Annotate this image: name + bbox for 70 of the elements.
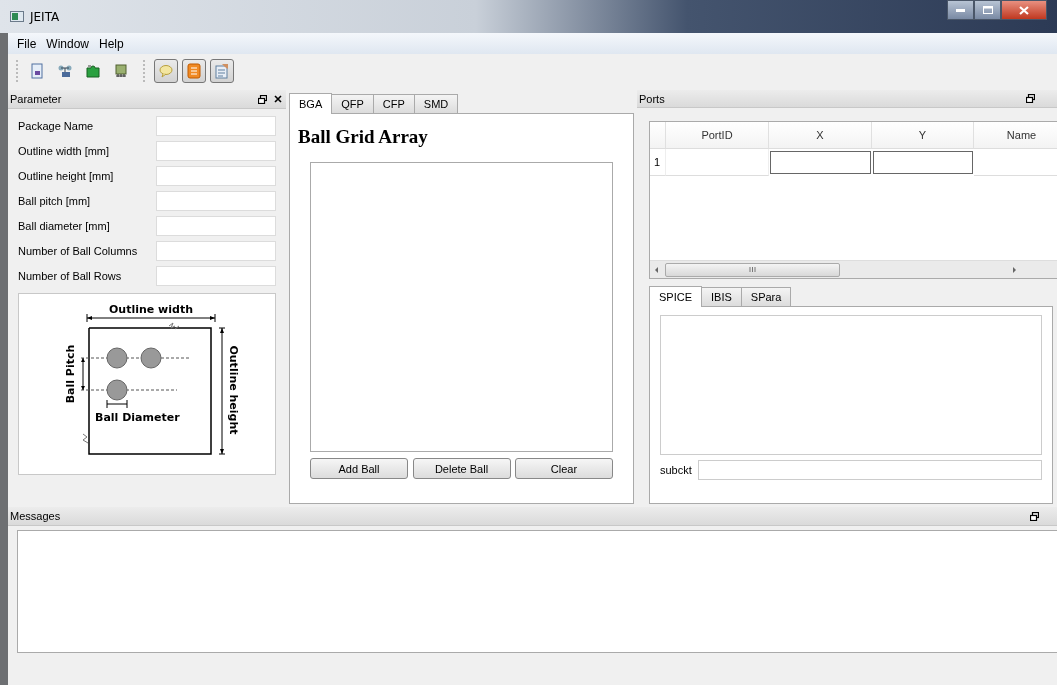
- outline-height-label: Outline height: [227, 345, 240, 435]
- window-title: JEITA: [30, 9, 60, 24]
- column-header[interactable]: Y: [872, 122, 974, 149]
- scroll-thumb[interactable]: [665, 262, 840, 277]
- chip-icon[interactable]: [113, 63, 129, 79]
- action-button[interactable]: Add Ball: [310, 458, 408, 479]
- app-icon: [10, 11, 24, 22]
- document-icon[interactable]: [29, 63, 45, 79]
- input-field[interactable]: [156, 265, 276, 286]
- outline-width-label: Outline width: [109, 304, 193, 316]
- tab[interactable]: SPICE: [649, 286, 702, 307]
- action-button[interactable]: Delete Ball: [412, 458, 511, 479]
- panel-title: Ports: [639, 92, 666, 105]
- maximize-icon: [982, 6, 993, 14]
- list-button[interactable]: [182, 59, 206, 83]
- input-field[interactable]: [156, 140, 276, 161]
- tab[interactable]: IBIS: [701, 287, 742, 306]
- column-header[interactable]: PortID: [666, 122, 769, 149]
- field-label: Outline width [mm]: [18, 144, 111, 157]
- menu-item[interactable]: File: [12, 34, 42, 53]
- panel-title: Messages: [10, 510, 62, 522]
- minimize-button[interactable]: [947, 0, 974, 20]
- menu-item[interactable]: Help: [94, 34, 129, 53]
- tab[interactable]: CFP: [372, 94, 415, 113]
- float-icon[interactable]: [1030, 511, 1039, 521]
- ball-pitch-label: Ball Pitch: [64, 344, 77, 404]
- cell-editor[interactable]: [873, 151, 973, 174]
- corner-cell: [650, 122, 666, 149]
- notes-icon: [214, 63, 230, 79]
- tab[interactable]: QFP: [331, 94, 374, 113]
- field-label: Package Name: [18, 119, 95, 132]
- field-label: Ball pitch [mm]: [18, 194, 92, 207]
- panel-title: Parameter: [10, 93, 63, 105]
- tab[interactable]: SMD: [413, 94, 459, 113]
- minimize-icon: [956, 8, 965, 12]
- row-header[interactable]: 1: [650, 149, 666, 176]
- maximize-button[interactable]: [974, 0, 1001, 20]
- action-button[interactable]: Clear: [515, 458, 613, 479]
- close-button[interactable]: [1001, 0, 1047, 20]
- input-field[interactable]: [156, 240, 276, 261]
- field-label: Ball diameter [mm]: [18, 219, 111, 232]
- field-label: Number of Ball Columns: [18, 244, 139, 257]
- speech-bubble-icon: [158, 63, 174, 79]
- scroll-right-icon[interactable]: [1010, 265, 1018, 274]
- close-icon: [1019, 5, 1029, 15]
- scroll-left-icon[interactable]: [653, 265, 661, 274]
- input-field[interactable]: [156, 115, 276, 136]
- horizontal-scrollbar[interactable]: [650, 260, 1057, 278]
- speech-bubble-button[interactable]: [154, 59, 178, 83]
- cell-editor[interactable]: [770, 151, 871, 174]
- network-icon[interactable]: [57, 63, 73, 79]
- input-field[interactable]: [156, 165, 276, 186]
- tab[interactable]: SPara: [740, 287, 792, 306]
- field-label: subckt: [660, 464, 692, 476]
- input-field[interactable]: [156, 215, 276, 236]
- close-icon[interactable]: [274, 95, 282, 103]
- grip-icon: [749, 267, 756, 272]
- input-field[interactable]: [156, 190, 276, 211]
- list-icon: [186, 63, 202, 79]
- float-icon[interactable]: [1026, 94, 1035, 103]
- package-heading: Ball Grid Array: [298, 126, 429, 149]
- subckt-field[interactable]: [697, 460, 1042, 480]
- float-icon[interactable]: [258, 94, 267, 104]
- ball-diameter-label: Ball Diameter: [95, 411, 180, 424]
- field-label: Outline height [mm]: [18, 169, 115, 182]
- tab[interactable]: BGA: [289, 93, 333, 114]
- notes-button[interactable]: [210, 59, 234, 83]
- column-header[interactable]: X: [769, 122, 872, 149]
- field-label: Number of Ball Rows: [18, 269, 123, 282]
- menu-item[interactable]: Window: [41, 34, 95, 53]
